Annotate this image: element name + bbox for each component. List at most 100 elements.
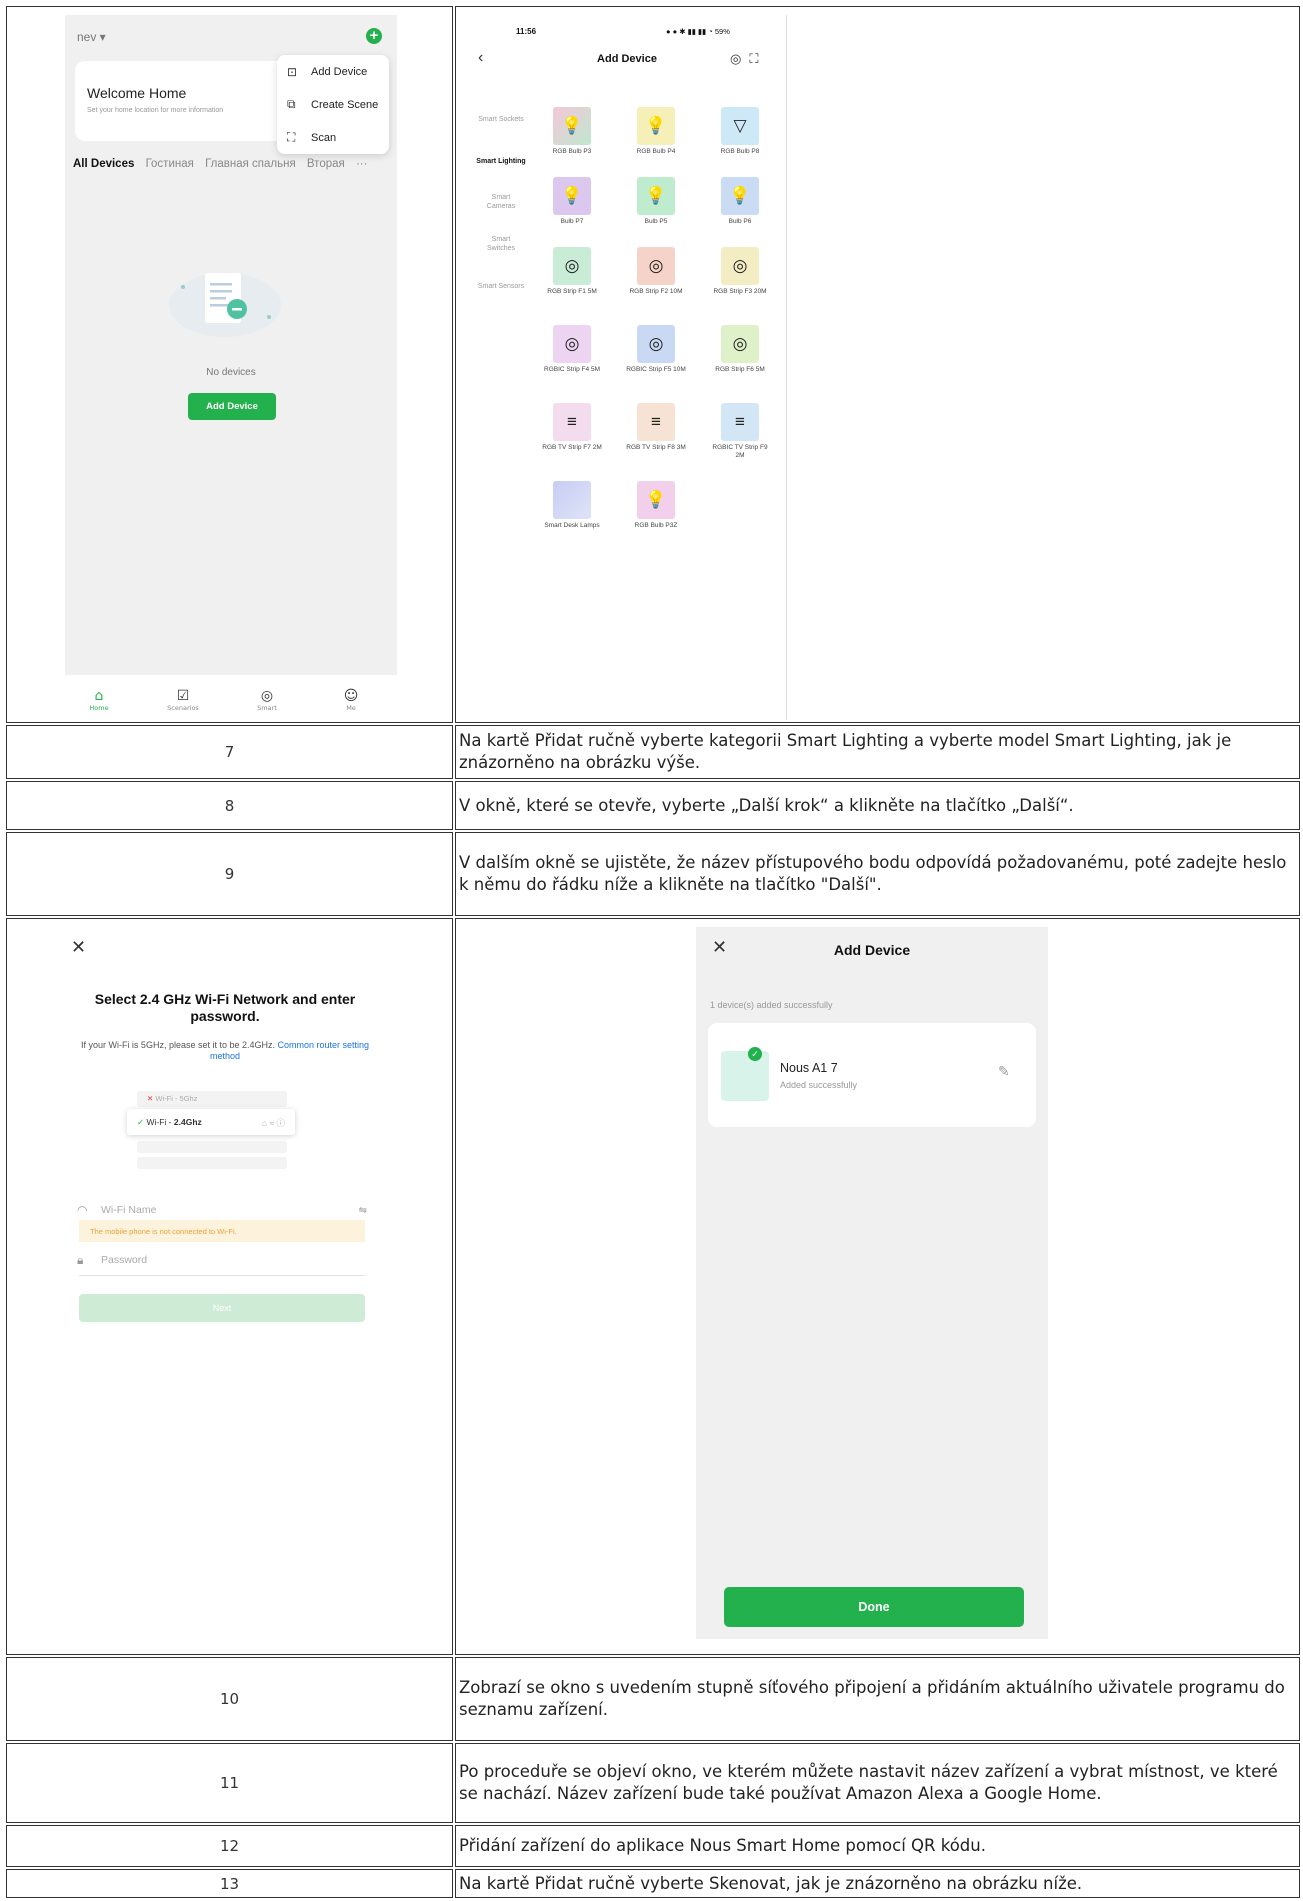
tab-room[interactable]: Вторая — [307, 158, 345, 170]
done-button[interactable]: Done — [724, 1587, 1024, 1627]
light-strip-icon: ◎ — [564, 334, 580, 353]
menu-item-create-scene[interactable]: ⧉ Create Scene — [277, 88, 389, 121]
menu-label: Scan — [311, 131, 337, 144]
product-label: RGB Bulb P8 — [720, 148, 760, 155]
nav-label: Smart — [257, 704, 277, 712]
product-rgb-strip-f2[interactable]: ◎ RGB Strip F2 10M — [624, 247, 688, 296]
product-label: RGB TV Strip F7 2M — [542, 444, 602, 451]
switch-network-icon[interactable]: ⇋ — [359, 1205, 367, 1216]
welcome-card[interactable]: Welcome Home Set your home location for … — [75, 61, 287, 141]
category-smart-sensors[interactable]: Smart Sensors — [466, 282, 536, 291]
password-placeholder: Password — [101, 1254, 148, 1266]
nav-scenarios[interactable]: ☑ Scenarios — [153, 688, 213, 712]
product-rgbic-strip-f5[interactable]: ◎ RGBIC Strip F5 10M — [624, 325, 688, 374]
home-selector[interactable]: nev ▾ — [77, 30, 106, 44]
product-bulb-p7[interactable]: 💡 Bulb P7 — [540, 177, 604, 226]
step-text: Na kartě Přidat ručně vyberte Skenovat, … — [455, 1869, 1300, 1898]
nav-smart[interactable]: ◎ Smart — [237, 688, 297, 712]
category-smart-sockets[interactable]: Smart Sockets — [466, 115, 536, 124]
screenshot-wifi-cell: ✕ Select 2.4 GHz Wi-Fi Network and enter… — [6, 918, 453, 1655]
wifi-24ghz-row: ✓ Wi-Fi - 2.4Ghz ⌂ ≈ ⓘ — [127, 1109, 295, 1135]
device-card[interactable]: ✓ Nous A1 7 Added successfully ✎ — [708, 1023, 1036, 1127]
filament-bulb-icon: 💡 — [561, 186, 583, 205]
next-button[interactable]: Next — [79, 1294, 365, 1322]
product-label: Bulb P5 — [644, 218, 668, 225]
product-rgb-bulb-p3[interactable]: 💡 RGB Bulb P3 — [540, 107, 604, 156]
nav-me[interactable]: ☺ Me — [321, 688, 381, 712]
light-strip-icon: ◎ — [648, 256, 664, 275]
light-strip-icon: ◎ — [732, 256, 748, 275]
header-actions: ◎⛶ — [730, 51, 766, 67]
instruction-table: nev ▾ + Welcome Home Set your home locat… — [6, 6, 1300, 1898]
edit-icon[interactable]: ✎ — [998, 1063, 1010, 1080]
product-rgb-bulb-p8[interactable]: ▽ RGB Bulb P8 — [708, 107, 772, 156]
wifi-5ghz-row: ✕ Wi-Fi - 5Ghz — [137, 1091, 287, 1107]
step-text: Na kartě Přidat ručně vyberte kategorii … — [455, 725, 1300, 779]
scan-qr-icon[interactable]: ⛶ — [749, 51, 766, 66]
product-rgb-strip-f6[interactable]: ◎ RGB Strip F6 5M — [708, 325, 772, 374]
product-smart-desk-lamps[interactable]: Smart Desk Lamps — [540, 481, 604, 530]
add-plus-button[interactable]: + — [366, 28, 382, 44]
room-tabs: All Devices Гостиная Главная спальня Вто… — [73, 158, 391, 174]
nav-label: Home — [89, 704, 109, 712]
step-number: 10 — [6, 1657, 453, 1741]
wifi-warning: The mobile phone is not connected to Wi-… — [79, 1220, 365, 1242]
divider — [79, 1275, 365, 1276]
add-device-button[interactable]: Add Device — [188, 393, 276, 420]
product-rgb-tv-strip-f7[interactable]: ≡ RGB TV Strip F7 2M — [540, 403, 604, 452]
device-status: Added successfully — [780, 1080, 858, 1090]
bulb-icon: 💡 — [645, 116, 667, 135]
step-number: 9 — [6, 832, 453, 916]
product-rgbic-tv-strip-f9[interactable]: ≡ RGBIC TV Strip F9 2M — [708, 403, 772, 460]
close-icon[interactable]: ✕ — [71, 937, 86, 958]
scan-icon: ⛶ — [287, 130, 296, 144]
check-icon: ✓ — [137, 1117, 145, 1127]
menu-item-add-device[interactable]: ⊡ Add Device — [277, 55, 389, 88]
product-rgbic-strip-f4[interactable]: ◎ RGBIC Strip F4 5M — [540, 325, 604, 374]
status-time: 11:56 — [516, 27, 537, 36]
screen-title: Add Device — [833, 942, 911, 958]
menu-label: Add Device — [311, 65, 368, 78]
scenarios-icon: ☑ — [176, 688, 190, 704]
product-label: RGB Bulb P4 — [636, 148, 676, 155]
step-number: 8 — [6, 781, 453, 830]
step-number: 12 — [6, 1825, 453, 1867]
step-number: 13 — [6, 1869, 453, 1898]
product-rgb-bulb-p3z[interactable]: 💡 RGB Bulb P3Z — [624, 481, 688, 530]
tab-room[interactable]: Главная спальня — [205, 158, 296, 170]
product-label: Bulb P7 — [560, 218, 584, 225]
category-smart-cameras[interactable]: Smart Cameras — [480, 193, 522, 211]
wifi-5ghz-label: Wi-Fi - 5Ghz — [155, 1094, 198, 1103]
nav-home[interactable]: ⌂ Home — [69, 688, 129, 712]
step-text: V dalším okně se ujistěte, že název přís… — [455, 832, 1300, 916]
device-added-screen: ✕ Add Device 1 device(s) added successfu… — [696, 927, 1048, 1639]
product-rgb-strip-f1[interactable]: ◎ RGB Strip F1 5M — [540, 247, 604, 296]
product-bulb-p5[interactable]: 💡 Bulb P5 — [624, 177, 688, 226]
empty-state-illustration — [169, 273, 281, 337]
product-label: RGB Bulb P3 — [552, 148, 592, 155]
tab-room[interactable]: Гостиная — [146, 158, 194, 170]
auto-scan-icon[interactable]: ◎ — [730, 51, 749, 66]
product-bulb-p6[interactable]: 💡 Bulb P6 — [708, 177, 772, 226]
step-text: Přidání zařízení do aplikace Nous Smart … — [455, 1825, 1300, 1867]
filament-bulb-icon: 💡 — [729, 186, 751, 205]
more-tabs-icon[interactable]: ··· — [356, 158, 368, 170]
lock-icon: 🔒︎ — [77, 1252, 84, 1267]
wifi-signal-icon: ⌂ ≈ ⓘ — [261, 1118, 285, 1128]
menu-item-scan[interactable]: ⛶ Scan — [277, 121, 389, 154]
smart-plug-icon — [721, 1051, 769, 1101]
password-field[interactable]: 🔒︎ Password — [77, 1245, 367, 1275]
tab-all-devices[interactable]: All Devices — [73, 158, 134, 170]
category-smart-lighting[interactable]: Smart Lighting — [466, 157, 536, 166]
product-label: Smart Desk Lamps — [544, 522, 600, 529]
product-label: RGBIC Strip F5 10M — [626, 366, 686, 373]
product-rgb-tv-strip-f8[interactable]: ≡ RGB TV Strip F8 3M — [624, 403, 688, 452]
nav-label: Scenarios — [167, 704, 199, 712]
product-rgb-bulb-p4[interactable]: 💡 RGB Bulb P4 — [624, 107, 688, 156]
wifi-icon: ◠ — [77, 1203, 88, 1217]
device-name: Nous A1 7 — [780, 1061, 838, 1075]
product-rgb-strip-f3[interactable]: ◎ RGB Strip F3 20M — [708, 247, 772, 296]
wifi-title: Select 2.4 GHz Wi-Fi Network and enter p… — [94, 991, 356, 1024]
category-smart-switches[interactable]: Smart Switches — [480, 235, 522, 253]
filament-bulb-icon: 💡 — [645, 186, 667, 205]
